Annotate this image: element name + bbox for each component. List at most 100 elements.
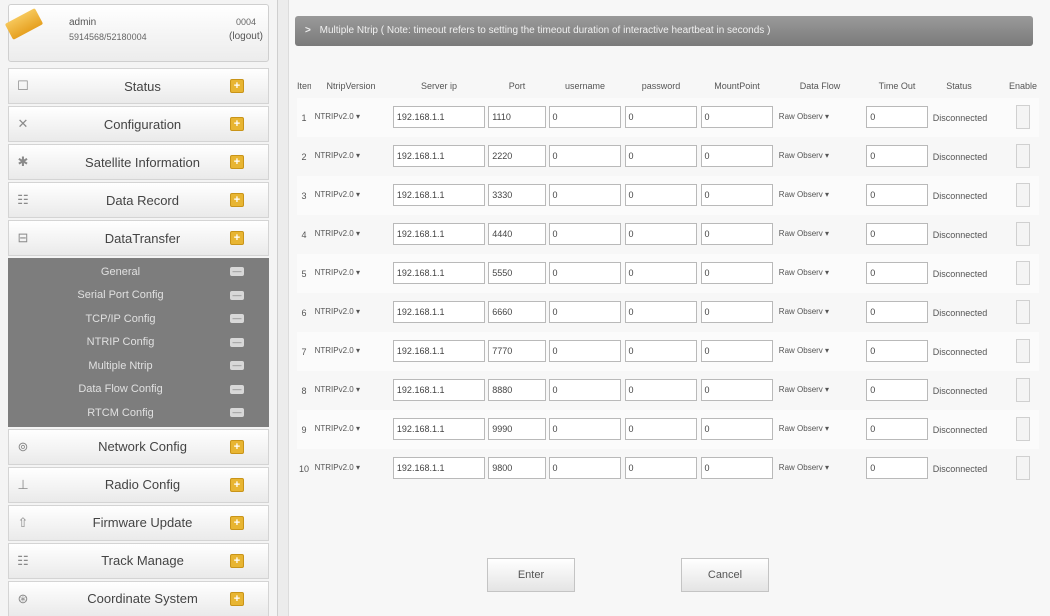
enable-checkbox[interactable] — [1016, 416, 1030, 441]
port-input[interactable]: 9800 — [488, 456, 546, 479]
server-ip-input[interactable]: 192.168.1.1 — [392, 183, 486, 206]
data-flow-select[interactable]: Raw Observ ▾ — [777, 146, 863, 166]
cancel-button[interactable]: Cancel — [681, 558, 769, 592]
username-input[interactable]: 0 — [548, 222, 622, 245]
timeout-input[interactable]: 0 — [866, 456, 928, 479]
server-ip-input[interactable]: 192.168.1.1 — [392, 105, 486, 128]
timeout-input[interactable]: 0 — [866, 222, 928, 245]
expand-plus-icon[interactable]: + — [230, 117, 244, 131]
sidebar-item-coordinate-system[interactable]: ⊛ Coordinate System + — [8, 580, 269, 616]
expand-plus-icon[interactable]: + — [230, 79, 244, 93]
timeout-input[interactable]: 0 — [866, 183, 928, 206]
port-input[interactable]: 7770 — [488, 339, 546, 362]
server-ip-input[interactable]: 192.168.1.1 — [392, 339, 486, 362]
data-flow-select[interactable]: Raw Observ ▾ — [777, 419, 863, 439]
password-input[interactable]: 0 — [624, 105, 698, 128]
timeout-input[interactable]: 0 — [866, 300, 928, 323]
username-input[interactable]: 0 — [548, 261, 622, 284]
port-input[interactable]: 2220 — [488, 144, 546, 167]
data-flow-select[interactable]: Raw Observ ▾ — [777, 263, 863, 283]
username-input[interactable]: 0 — [548, 105, 622, 128]
sidebar-item-data-record[interactable]: ☷ Data Record + — [8, 182, 269, 218]
data-flow-select[interactable]: Raw Observ ▾ — [777, 341, 863, 361]
expand-plus-icon[interactable]: + — [230, 193, 244, 207]
expand-plus-icon[interactable]: + — [230, 231, 244, 245]
sidebar-item-radio-config[interactable]: ⊥ Radio Config + — [8, 466, 269, 503]
ntrip-version-select[interactable]: NTRIPv2.0 ▾ — [313, 380, 390, 400]
enable-checkbox[interactable] — [1016, 182, 1030, 207]
server-ip-input[interactable]: 192.168.1.1 — [392, 261, 486, 284]
submenu-item-multiple-ntrip[interactable]: Multiple Ntrip — — [8, 354, 269, 378]
password-input[interactable]: 0 — [624, 300, 698, 323]
password-input[interactable]: 0 — [624, 378, 698, 401]
server-ip-input[interactable]: 192.168.1.1 — [392, 300, 486, 323]
timeout-input[interactable]: 0 — [866, 417, 928, 440]
enable-checkbox[interactable] — [1016, 455, 1030, 480]
enter-button[interactable]: Enter — [487, 558, 575, 592]
expand-plus-icon[interactable]: + — [230, 155, 244, 169]
server-ip-input[interactable]: 192.168.1.1 — [392, 144, 486, 167]
ntrip-version-select[interactable]: NTRIPv2.0 ▾ — [313, 419, 390, 439]
mountpoint-input[interactable]: 0 — [700, 261, 774, 284]
ntrip-version-select[interactable]: NTRIPv2.0 ▾ — [313, 185, 390, 205]
mountpoint-input[interactable]: 0 — [700, 378, 774, 401]
enable-checkbox[interactable] — [1016, 338, 1030, 363]
data-flow-select[interactable]: Raw Observ ▾ — [777, 185, 863, 205]
mountpoint-input[interactable]: 0 — [700, 183, 774, 206]
password-input[interactable]: 0 — [624, 456, 698, 479]
submenu-item-ntrip-config[interactable]: NTRIP Config — — [8, 331, 269, 355]
logout-link[interactable]: (logout) — [221, 31, 271, 42]
data-flow-select[interactable]: Raw Observ ▾ — [777, 458, 863, 478]
enable-checkbox[interactable] — [1016, 299, 1030, 324]
expand-plus-icon[interactable]: + — [230, 591, 244, 606]
ntrip-version-select[interactable]: NTRIPv2.0 ▾ — [313, 341, 390, 361]
enable-checkbox[interactable] — [1016, 377, 1030, 402]
port-input[interactable]: 4440 — [488, 222, 546, 245]
username-input[interactable]: 0 — [548, 456, 622, 479]
submenu-item-general[interactable]: General — — [8, 260, 269, 284]
server-ip-input[interactable]: 192.168.1.1 — [392, 417, 486, 440]
server-ip-input[interactable]: 192.168.1.1 — [392, 222, 486, 245]
ntrip-version-select[interactable]: NTRIPv2.0 ▾ — [313, 263, 390, 283]
server-ip-input[interactable]: 192.168.1.1 — [392, 456, 486, 479]
sidebar-item-datatransfer[interactable]: ⊟ DataTransfer + — [8, 220, 269, 256]
ntrip-version-select[interactable]: NTRIPv2.0 ▾ — [313, 146, 390, 166]
enable-checkbox[interactable] — [1016, 260, 1030, 285]
ntrip-version-select[interactable]: NTRIPv2.0 ▾ — [313, 224, 390, 244]
username-input[interactable]: 0 — [548, 144, 622, 167]
expand-plus-icon[interactable]: + — [230, 439, 244, 454]
username-input[interactable]: 0 — [548, 378, 622, 401]
mountpoint-input[interactable]: 0 — [700, 105, 774, 128]
enable-checkbox[interactable] — [1016, 104, 1030, 129]
sidebar-item-network-config[interactable]: ⊚ Network Config + — [8, 428, 269, 465]
data-flow-select[interactable]: Raw Observ ▾ — [777, 224, 863, 244]
timeout-input[interactable]: 0 — [866, 105, 928, 128]
password-input[interactable]: 0 — [624, 144, 698, 167]
mountpoint-input[interactable]: 0 — [700, 456, 774, 479]
server-ip-input[interactable]: 192.168.1.1 — [392, 378, 486, 401]
port-input[interactable]: 1110 — [488, 105, 546, 128]
data-flow-select[interactable]: Raw Observ ▾ — [777, 380, 863, 400]
password-input[interactable]: 0 — [624, 261, 698, 284]
sidebar-item-track-manage[interactable]: ☷ Track Manage + — [8, 542, 269, 579]
enable-checkbox[interactable] — [1016, 221, 1030, 246]
submenu-item-tcp-ip-config[interactable]: TCP/IP Config — — [8, 307, 269, 331]
mountpoint-input[interactable]: 0 — [700, 222, 774, 245]
mountpoint-input[interactable]: 0 — [700, 300, 774, 323]
sidebar-item-status[interactable]: ☐ Status + — [8, 68, 269, 104]
username-input[interactable]: 0 — [548, 183, 622, 206]
submenu-item-data-flow-config[interactable]: Data Flow Config — — [8, 378, 269, 402]
ntrip-version-select[interactable]: NTRIPv2.0 ▾ — [313, 458, 390, 478]
sidebar-item-firmware-update[interactable]: ⇧ Firmware Update + — [8, 504, 269, 541]
password-input[interactable]: 0 — [624, 339, 698, 362]
timeout-input[interactable]: 0 — [866, 378, 928, 401]
username-input[interactable]: 0 — [548, 417, 622, 440]
username-input[interactable]: 0 — [548, 339, 622, 362]
timeout-input[interactable]: 0 — [866, 339, 928, 362]
password-input[interactable]: 0 — [624, 222, 698, 245]
enable-checkbox[interactable] — [1016, 143, 1030, 168]
port-input[interactable]: 5550 — [488, 261, 546, 284]
port-input[interactable]: 3330 — [488, 183, 546, 206]
port-input[interactable]: 8880 — [488, 378, 546, 401]
sidebar-item-configuration[interactable]: ✕ Configuration + — [8, 106, 269, 142]
